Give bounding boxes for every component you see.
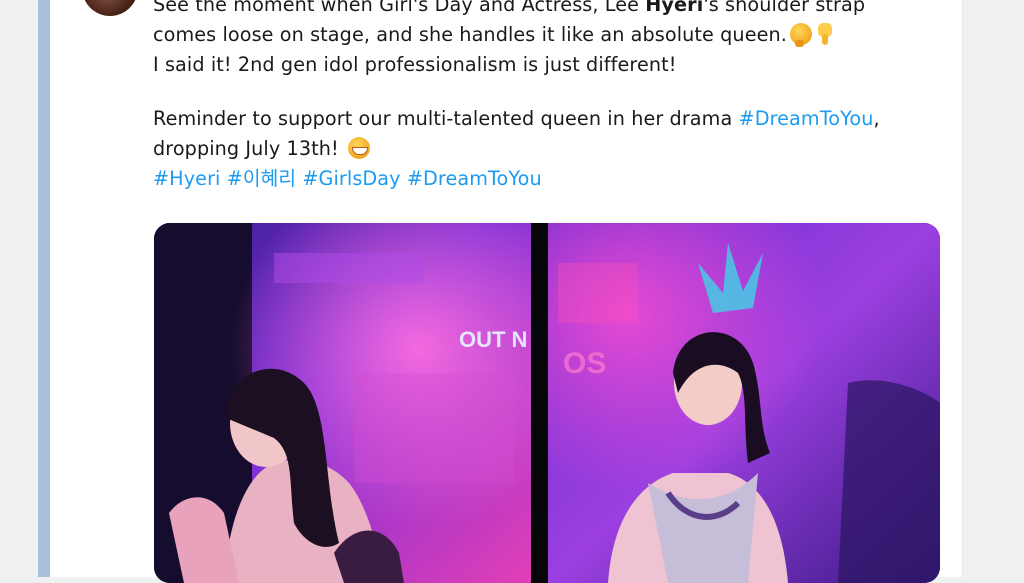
hashtag-dreamtoyou[interactable]: #DreamToYou [407, 167, 542, 190]
tweet-highlight-name: Hyeri [645, 0, 704, 16]
stage-sign-text-right: OS [563, 347, 606, 380]
tweet-photo-left[interactable]: OUT N [154, 223, 531, 583]
tweet-photo-right[interactable]: OS [548, 223, 940, 583]
hashtag-row: #Hyeri #이혜리 #GirlsDay #DreamToYou [153, 164, 953, 194]
pointing-down-icon [815, 23, 833, 45]
tweet-line-1-post: 's shoulder strap [703, 0, 866, 16]
tweet-line-4-pre: Reminder to support our multi-talented q… [153, 107, 739, 130]
tweet-line-1-pre: See the moment when Girl's Day and Actre… [153, 0, 646, 16]
hashtag-hyeri-korean[interactable]: #이혜리 [227, 167, 296, 190]
thinking-face-icon [789, 23, 812, 47]
tweet-media-grid: OUT N OS [154, 223, 940, 583]
hashtag-hyeri[interactable]: #Hyeri [153, 167, 221, 190]
tweet-line-4: Reminder to support our multi-talented q… [153, 104, 953, 134]
tweet-line-1: See the moment when Girl's Day and Actre… [153, 0, 953, 20]
tweet-text: See the moment when Girl's Day and Actre… [153, 0, 953, 194]
tweet-line-4-post: , [873, 107, 880, 130]
page-left-rail [38, 0, 50, 577]
stage-sign-text-left: OUT N [459, 327, 527, 352]
media-divider [531, 223, 548, 583]
tweet-line-2-text: comes loose on stage, and she handles it… [153, 23, 787, 46]
tweet-line-2: comes loose on stage, and she handles it… [153, 20, 953, 50]
tweet-line-5-text: dropping July 13th! [153, 137, 339, 160]
tweet-line-3: I said it! 2nd gen idol professionalism … [153, 53, 677, 76]
grinning-face-icon [348, 137, 371, 159]
hashtag-link[interactable]: #DreamToYou [739, 107, 874, 130]
tweet-line-5: dropping July 13th! [153, 134, 953, 164]
hashtag-girlsday[interactable]: #GirlsDay [302, 167, 400, 190]
